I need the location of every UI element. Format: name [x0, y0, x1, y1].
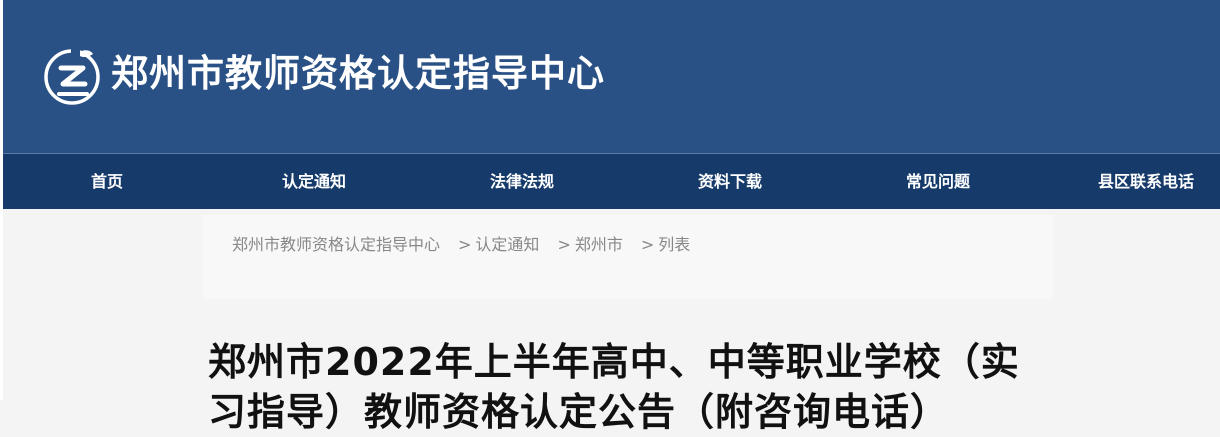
site-header: 郑州市教师资格认定指导中心: [3, 0, 1220, 153]
site-title: 郑州市教师资格认定指导中心: [111, 52, 605, 95]
nav-item-laws[interactable]: 法律法规: [490, 154, 554, 209]
main-content: 郑州市教师资格认定指导中心 > 认定通知 > 郑州市 > 列表 郑州市2022年上半年高中、…: [3, 209, 1220, 434]
breadcrumb-zhengzhou[interactable]: 郑州市: [575, 235, 623, 254]
breadcrumb: 郑州市教师资格认定指导中心 > 认定通知 > 郑州市 > 列表: [223, 233, 723, 257]
breadcrumb-separator: >: [640, 235, 655, 254]
breadcrumb-list[interactable]: 列表: [658, 235, 690, 254]
breadcrumb-home[interactable]: 郑州市教师资格认定指导中心: [232, 235, 440, 254]
nav-item-notices[interactable]: 认定通知: [282, 154, 346, 209]
nav-item-downloads[interactable]: 资料下载: [698, 154, 762, 209]
nav-item-district-phones[interactable]: 县区联系电话: [1098, 154, 1194, 209]
breadcrumb-separator: >: [458, 235, 472, 254]
breadcrumb-separator: >: [557, 235, 571, 254]
nav-item-home[interactable]: 首页: [91, 154, 123, 209]
breadcrumb-container: 郑州市教师资格认定指导中心 > 认定通知 > 郑州市 > 列表: [203, 215, 1053, 299]
main-nav: 首页 认定通知 法律法规 资料下载 常见问题 县区联系电话: [3, 153, 1220, 209]
nav-item-faq[interactable]: 常见问题: [906, 154, 970, 209]
site-logo-icon[interactable]: [41, 44, 103, 106]
breadcrumb-notices[interactable]: 认定通知: [475, 235, 539, 254]
article-title: 郑州市2022年上半年高中、中等职业学校（实习指导）教师资格认定公告（附咨询电话…: [208, 340, 1020, 434]
